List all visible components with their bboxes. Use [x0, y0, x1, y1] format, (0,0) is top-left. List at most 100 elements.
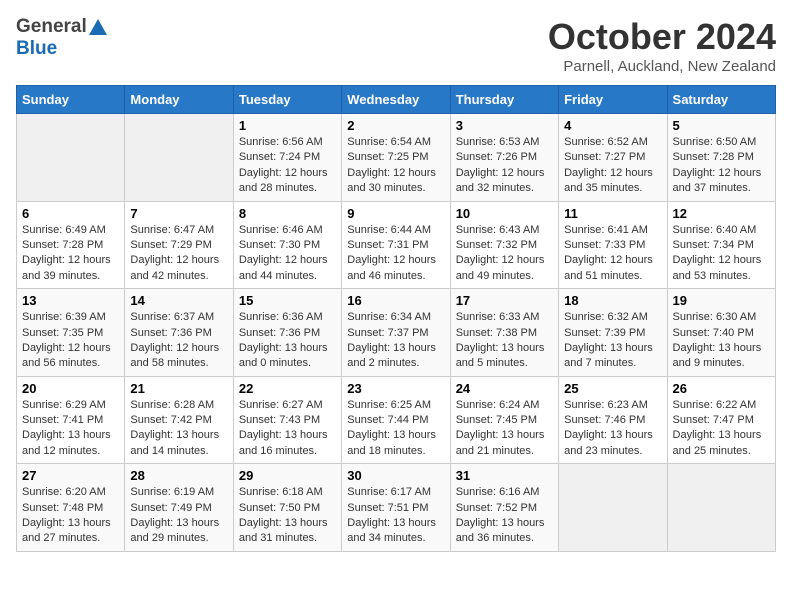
header-day-sunday: Sunday [17, 86, 125, 114]
day-info: Sunrise: 6:22 AM Sunset: 7:47 PM Dayligh… [673, 398, 770, 460]
week-row-2: 6 Sunrise: 6:49 AM Sunset: 7:28 PM Daylig… [17, 201, 776, 289]
day-cell: 19 Sunrise: 6:30 AM Sunset: 7:40 PM Dayli… [667, 289, 775, 377]
header-day-wednesday: Wednesday [342, 86, 450, 114]
day-cell [559, 464, 667, 552]
day-number: 12 [673, 206, 770, 221]
day-number: 13 [22, 293, 119, 308]
day-number: 27 [22, 468, 119, 483]
day-info: Sunrise: 6:28 AM Sunset: 7:42 PM Dayligh… [130, 398, 227, 460]
week-row-3: 13 Sunrise: 6:39 AM Sunset: 7:35 PM Dayli… [17, 289, 776, 377]
day-info: Sunrise: 6:32 AM Sunset: 7:39 PM Dayligh… [564, 310, 661, 372]
header-day-friday: Friday [559, 86, 667, 114]
day-number: 24 [456, 381, 553, 396]
day-number: 3 [456, 118, 553, 133]
day-cell: 29Sunrise: 6:18 AM Sunset: 7:50 PM Dayli… [233, 464, 341, 552]
day-info: Sunrise: 6:37 AM Sunset: 7:36 PM Dayligh… [130, 310, 227, 372]
day-cell: 21 Sunrise: 6:28 AM Sunset: 7:42 PM Dayli… [125, 376, 233, 464]
day-cell: 30Sunrise: 6:17 AM Sunset: 7:51 PM Dayli… [342, 464, 450, 552]
day-number: 26 [673, 381, 770, 396]
day-cell: 7 Sunrise: 6:47 AM Sunset: 7:29 PM Daylig… [125, 201, 233, 289]
day-cell: 15Sunrise: 6:36 AM Sunset: 7:36 PM Dayli… [233, 289, 341, 377]
day-info: Sunrise: 6:54 AM Sunset: 7:25 PM Dayligh… [347, 135, 444, 197]
day-number: 7 [130, 206, 227, 221]
day-number: 30 [347, 468, 444, 483]
day-number: 17 [456, 293, 553, 308]
day-cell: 3 Sunrise: 6:53 AM Sunset: 7:26 PM Daylig… [450, 114, 558, 202]
day-cell: 27Sunrise: 6:20 AM Sunset: 7:48 PM Dayli… [17, 464, 125, 552]
day-info: Sunrise: 6:49 AM Sunset: 7:28 PM Dayligh… [22, 223, 119, 285]
day-number: 6 [22, 206, 119, 221]
day-info: Sunrise: 6:56 AM Sunset: 7:24 PM Dayligh… [239, 135, 336, 197]
day-info: Sunrise: 6:46 AM Sunset: 7:30 PM Dayligh… [239, 223, 336, 285]
header-day-thursday: Thursday [450, 86, 558, 114]
day-cell: 17 Sunrise: 6:33 AM Sunset: 7:38 PM Dayli… [450, 289, 558, 377]
calendar-subtitle: Parnell, Auckland, New Zealand [548, 58, 776, 75]
day-cell: 8 Sunrise: 6:46 AM Sunset: 7:30 PM Daylig… [233, 201, 341, 289]
day-info: Sunrise: 6:33 AM Sunset: 7:38 PM Dayligh… [456, 310, 553, 372]
day-info: Sunrise: 6:27 AM Sunset: 7:43 PM Dayligh… [239, 398, 336, 460]
day-info: Sunrise: 6:34 AM Sunset: 7:37 PM Dayligh… [347, 310, 444, 372]
day-info: Sunrise: 6:39 AM Sunset: 7:35 PM Dayligh… [22, 310, 119, 372]
header-day-tuesday: Tuesday [233, 86, 341, 114]
day-cell: 12Sunrise: 6:40 AM Sunset: 7:34 PM Dayli… [667, 201, 775, 289]
day-info: Sunrise: 6:50 AM Sunset: 7:28 PM Dayligh… [673, 135, 770, 197]
week-row-5: 27Sunrise: 6:20 AM Sunset: 7:48 PM Dayli… [17, 464, 776, 552]
day-number: 15 [239, 293, 336, 308]
day-number: 10 [456, 206, 553, 221]
logo: General Blue [16, 16, 107, 60]
day-number: 11 [564, 206, 661, 221]
day-info: Sunrise: 6:30 AM Sunset: 7:40 PM Dayligh… [673, 310, 770, 372]
logo-triangle-icon [89, 17, 107, 35]
day-info: Sunrise: 6:16 AM Sunset: 7:52 PM Dayligh… [456, 485, 553, 547]
day-cell: 22 Sunrise: 6:27 AM Sunset: 7:43 PM Dayli… [233, 376, 341, 464]
day-cell: 10 Sunrise: 6:43 AM Sunset: 7:32 PM Dayli… [450, 201, 558, 289]
day-cell: 16 Sunrise: 6:34 AM Sunset: 7:37 PM Dayli… [342, 289, 450, 377]
week-row-1: 1Sunrise: 6:56 AM Sunset: 7:24 PM Daylig… [17, 114, 776, 202]
day-info: Sunrise: 6:53 AM Sunset: 7:26 PM Dayligh… [456, 135, 553, 197]
day-cell: 6 Sunrise: 6:49 AM Sunset: 7:28 PM Daylig… [17, 201, 125, 289]
day-cell: 13 Sunrise: 6:39 AM Sunset: 7:35 PM Dayli… [17, 289, 125, 377]
day-cell: 24Sunrise: 6:24 AM Sunset: 7:45 PM Dayli… [450, 376, 558, 464]
calendar-table: SundayMondayTuesdayWednesdayThursdayFrid… [16, 85, 776, 552]
day-cell [17, 114, 125, 202]
day-info: Sunrise: 6:44 AM Sunset: 7:31 PM Dayligh… [347, 223, 444, 285]
day-cell: 26 Sunrise: 6:22 AM Sunset: 7:47 PM Dayli… [667, 376, 775, 464]
day-number: 31 [456, 468, 553, 483]
header-day-saturday: Saturday [667, 86, 775, 114]
day-cell: 11 Sunrise: 6:41 AM Sunset: 7:33 PM Dayli… [559, 201, 667, 289]
day-number: 9 [347, 206, 444, 221]
day-number: 2 [347, 118, 444, 133]
day-cell: 18 Sunrise: 6:32 AM Sunset: 7:39 PM Dayli… [559, 289, 667, 377]
day-number: 23 [347, 381, 444, 396]
day-info: Sunrise: 6:18 AM Sunset: 7:50 PM Dayligh… [239, 485, 336, 547]
day-cell [667, 464, 775, 552]
day-cell: 9 Sunrise: 6:44 AM Sunset: 7:31 PM Daylig… [342, 201, 450, 289]
header-day-monday: Monday [125, 86, 233, 114]
day-cell: 23Sunrise: 6:25 AM Sunset: 7:44 PM Dayli… [342, 376, 450, 464]
day-number: 18 [564, 293, 661, 308]
title-area: October 2024 Parnell, Auckland, New Zeal… [548, 16, 776, 75]
day-cell: 2 Sunrise: 6:54 AM Sunset: 7:25 PM Daylig… [342, 114, 450, 202]
day-cell: 20Sunrise: 6:29 AM Sunset: 7:41 PM Dayli… [17, 376, 125, 464]
calendar-title: October 2024 [548, 16, 776, 58]
day-number: 22 [239, 381, 336, 396]
day-info: Sunrise: 6:19 AM Sunset: 7:49 PM Dayligh… [130, 485, 227, 547]
day-number: 25 [564, 381, 661, 396]
day-number: 16 [347, 293, 444, 308]
day-info: Sunrise: 6:43 AM Sunset: 7:32 PM Dayligh… [456, 223, 553, 285]
day-cell: 25Sunrise: 6:23 AM Sunset: 7:46 PM Dayli… [559, 376, 667, 464]
week-row-4: 20Sunrise: 6:29 AM Sunset: 7:41 PM Dayli… [17, 376, 776, 464]
header-row: SundayMondayTuesdayWednesdayThursdayFrid… [17, 86, 776, 114]
day-number: 28 [130, 468, 227, 483]
day-number: 21 [130, 381, 227, 396]
day-cell: 1Sunrise: 6:56 AM Sunset: 7:24 PM Daylig… [233, 114, 341, 202]
day-cell: 5 Sunrise: 6:50 AM Sunset: 7:28 PM Daylig… [667, 114, 775, 202]
day-cell: 14 Sunrise: 6:37 AM Sunset: 7:36 PM Dayli… [125, 289, 233, 377]
day-cell: 28 Sunrise: 6:19 AM Sunset: 7:49 PM Dayli… [125, 464, 233, 552]
day-number: 8 [239, 206, 336, 221]
day-info: Sunrise: 6:41 AM Sunset: 7:33 PM Dayligh… [564, 223, 661, 285]
day-number: 19 [673, 293, 770, 308]
day-number: 14 [130, 293, 227, 308]
day-info: Sunrise: 6:47 AM Sunset: 7:29 PM Dayligh… [130, 223, 227, 285]
day-number: 5 [673, 118, 770, 133]
